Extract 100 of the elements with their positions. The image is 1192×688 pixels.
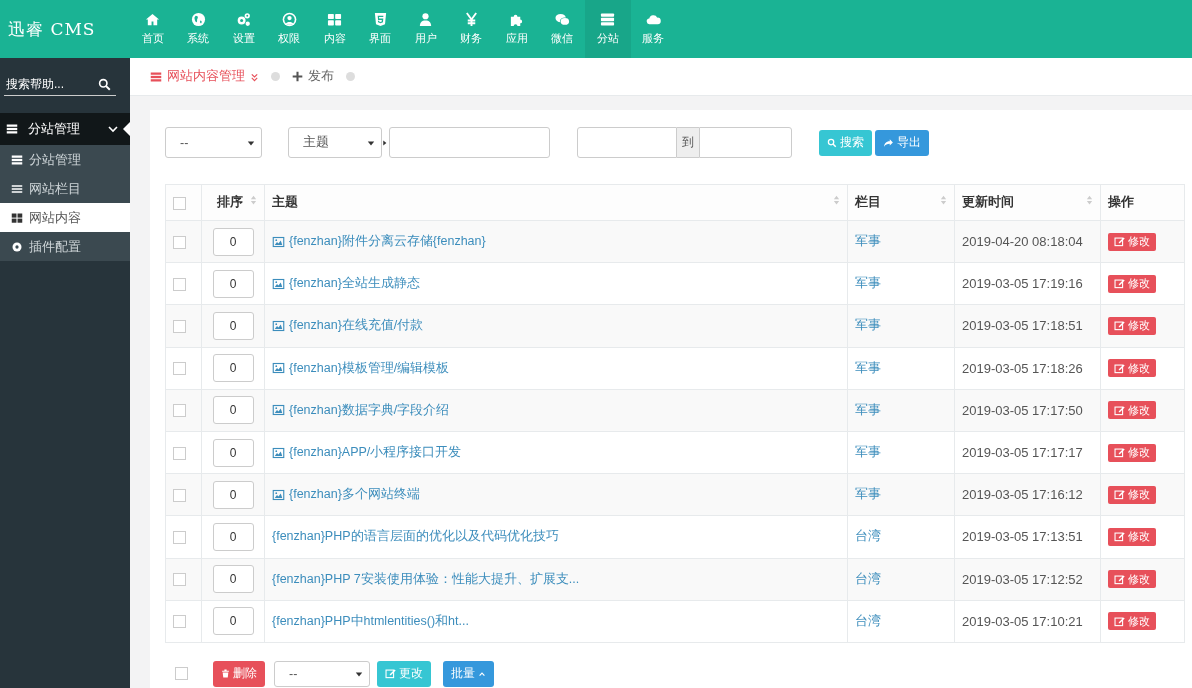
category-link[interactable]: 军事 xyxy=(855,487,881,502)
category-link[interactable]: 军事 xyxy=(855,318,881,333)
user-circle-icon xyxy=(281,12,297,27)
search-by-select[interactable]: 主题 xyxy=(288,127,382,158)
checkbox[interactable] xyxy=(173,235,186,249)
nav-tab[interactable]: 微信 xyxy=(539,0,585,58)
breadcrumb-tab[interactable]: 网站内容管理 xyxy=(150,68,259,85)
sort-icon xyxy=(1086,194,1093,206)
nav-tab[interactable]: 内容 xyxy=(312,0,358,58)
delete-button[interactable]: 删除 xyxy=(213,660,265,687)
table-cell: 2019-03-05 17:10:21 xyxy=(954,600,1101,643)
search-button[interactable]: 搜索 xyxy=(819,129,872,156)
edit-button[interactable]: 修改 xyxy=(1108,316,1156,335)
end-field[interactable] xyxy=(699,127,792,158)
category-link[interactable]: 军事 xyxy=(855,402,881,417)
order-field[interactable]: 0 xyxy=(212,227,254,256)
checkbox[interactable] xyxy=(173,573,186,587)
category-link[interactable]: 台湾 xyxy=(855,613,881,628)
category-link[interactable]: 军事 xyxy=(855,234,881,249)
edit-icon xyxy=(385,668,396,680)
app-logo: 迅睿 CMS xyxy=(7,17,97,41)
edit-button[interactable]: 修改 xyxy=(1108,443,1156,462)
nav-tab[interactable]: 系统 xyxy=(175,0,221,58)
breadcrumb-tab[interactable]: 发布 xyxy=(292,68,334,85)
checkbox[interactable] xyxy=(173,488,186,502)
change-button[interactable]: 更改 xyxy=(377,660,431,687)
category-link[interactable]: 台湾 xyxy=(855,529,881,544)
edit-button[interactable]: 修改 xyxy=(1108,274,1156,293)
nav-tab[interactable]: 服务 xyxy=(630,0,676,58)
order-field[interactable]: 0 xyxy=(212,480,254,509)
select-all-checkbox[interactable] xyxy=(173,196,186,210)
order-field[interactable]: 0 xyxy=(212,522,254,551)
checkbox[interactable] xyxy=(173,277,186,291)
edit-button[interactable]: 修改 xyxy=(1108,232,1156,251)
order-field[interactable]: 0 xyxy=(212,396,254,425)
nav-tab[interactable]: 权限 xyxy=(266,0,312,58)
image-icon xyxy=(272,362,285,375)
column-header[interactable]: 排序 xyxy=(201,184,265,221)
column-header[interactable]: 栏目 xyxy=(847,184,955,221)
column-header[interactable]: 主题 xyxy=(264,184,848,221)
checkbox[interactable] xyxy=(173,320,186,334)
export-button[interactable]: 导出 xyxy=(875,129,929,156)
sidebar-group[interactable]: 分站管理 xyxy=(0,113,130,145)
edit-button[interactable]: 修改 xyxy=(1108,359,1156,378)
list-icon xyxy=(11,182,23,195)
range-separator: 到 xyxy=(677,127,699,158)
image-icon xyxy=(272,404,285,417)
gears-icon xyxy=(236,12,252,27)
list-icon xyxy=(150,70,162,83)
sidebar-item[interactable]: 网站栏目 xyxy=(0,174,130,203)
checkbox[interactable] xyxy=(173,446,186,460)
edit-button[interactable]: 修改 xyxy=(1108,485,1156,504)
checkbox[interactable] xyxy=(173,615,186,629)
category-link[interactable]: 台湾 xyxy=(855,571,881,586)
checkbox[interactable] xyxy=(173,531,186,544)
caret-icon xyxy=(355,669,363,678)
nav-tab[interactable]: 界面 xyxy=(357,0,403,58)
sort-icon xyxy=(940,194,947,206)
table-cell: 2019-03-05 17:18:51 xyxy=(954,304,1101,348)
category-link[interactable]: 军事 xyxy=(855,360,881,375)
batch-button[interactable]: 批量 xyxy=(443,660,494,687)
caret-icon xyxy=(247,138,255,147)
share-icon xyxy=(883,137,894,148)
field-select[interactable]: -- xyxy=(165,127,262,158)
sidebar-item[interactable]: 分站管理 xyxy=(0,145,130,174)
order-field[interactable]: 0 xyxy=(212,269,254,298)
nav-tab[interactable]: 财务 xyxy=(448,0,494,58)
image-icon xyxy=(272,319,285,332)
nav-tab[interactable]: 用户 xyxy=(403,0,449,58)
nav-tab[interactable]: 分站 xyxy=(585,0,631,58)
edit-button[interactable]: 修改 xyxy=(1108,527,1156,546)
order-field[interactable]: 0 xyxy=(212,607,254,636)
nav-tab[interactable]: 应用 xyxy=(494,0,540,58)
batch-select[interactable]: -- xyxy=(274,660,370,687)
cloud-icon xyxy=(645,12,661,27)
grid-icon xyxy=(11,211,23,224)
order-field[interactable]: 0 xyxy=(212,311,254,340)
select-all-checkbox[interactable] xyxy=(175,667,188,681)
nav-tab[interactable]: 设置 xyxy=(221,0,267,58)
separator-dot xyxy=(271,72,280,81)
edit-button[interactable]: 修改 xyxy=(1108,401,1156,420)
order-field[interactable]: 0 xyxy=(212,354,254,383)
category-link[interactable]: 军事 xyxy=(855,445,881,460)
start-field[interactable] xyxy=(577,127,677,158)
sidebar-item[interactable]: 插件配置 xyxy=(0,232,130,261)
edit-button[interactable]: 修改 xyxy=(1108,570,1156,589)
image-icon xyxy=(272,235,285,248)
column-header[interactable]: 更新时间 xyxy=(954,184,1101,221)
sidebar-item[interactable]: 网站内容 xyxy=(0,203,130,232)
order-field[interactable]: 0 xyxy=(212,565,254,594)
checkbox[interactable] xyxy=(173,362,186,376)
order-field[interactable]: 0 xyxy=(212,438,254,467)
column-header: 操作 xyxy=(1100,184,1185,221)
edit-icon xyxy=(1114,404,1125,416)
edit-button[interactable]: 修改 xyxy=(1108,612,1156,631)
search-field[interactable]: 搜索帮助... xyxy=(4,72,116,96)
category-link[interactable]: 军事 xyxy=(855,276,881,291)
keyword-field[interactable] xyxy=(389,127,550,158)
nav-tab[interactable]: 首页 xyxy=(130,0,176,58)
checkbox[interactable] xyxy=(173,404,186,418)
